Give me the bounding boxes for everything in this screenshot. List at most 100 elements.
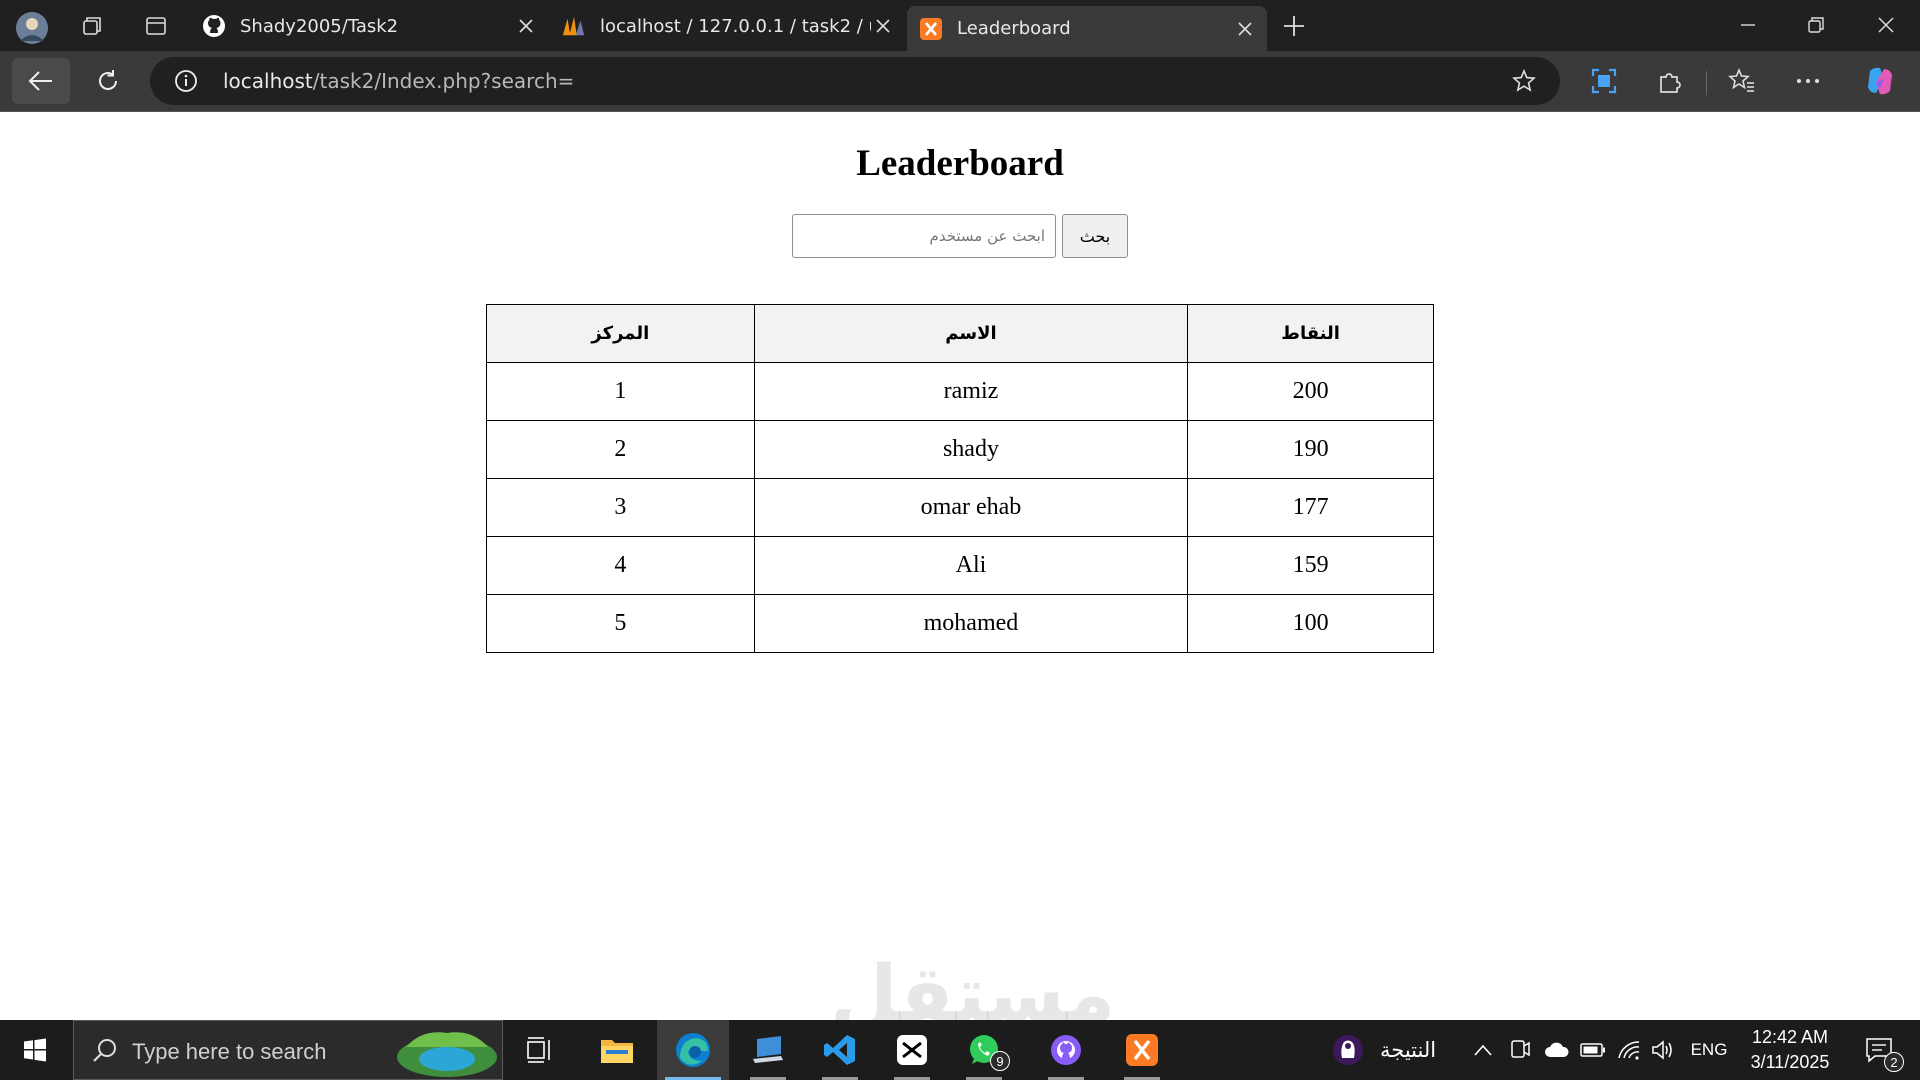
page-content: Leaderboard بحث المركز الاسم النقاط 1 ra…	[0, 112, 1920, 1040]
url-text[interactable]: localhost/task2/Index.php?search=	[223, 69, 574, 93]
favorites-button[interactable]	[1724, 63, 1760, 99]
favorites-icon	[1728, 68, 1754, 92]
language-label: ENG	[1690, 1040, 1728, 1059]
minimize-button[interactable]	[1718, 6, 1778, 44]
meet-now-button[interactable]	[1505, 1020, 1535, 1080]
speaker-icon	[1652, 1040, 1672, 1060]
close-window-button[interactable]	[1856, 6, 1916, 44]
search-input[interactable]	[792, 214, 1056, 258]
vscode-icon	[824, 1035, 855, 1065]
taskbar-whatsapp[interactable]: 9	[952, 1020, 1016, 1080]
taskbar-capcut[interactable]	[880, 1020, 944, 1080]
avatar-icon	[16, 12, 48, 44]
tab-phpmyadmin[interactable]: localhost / 127.0.0.1 / task2 / users	[550, 6, 905, 46]
widgets-button[interactable]: النتيجة	[1332, 1020, 1436, 1080]
tab-github[interactable]: Shady2005/Task2	[190, 6, 548, 46]
meet-now-icon	[1511, 1040, 1530, 1058]
show-hidden-icons-button[interactable]	[1468, 1020, 1498, 1080]
points-cell: 200	[1187, 362, 1434, 421]
tab-actions-button[interactable]	[140, 10, 172, 42]
refresh-icon	[99, 70, 117, 90]
refresh-button[interactable]	[79, 58, 137, 104]
clock-date: 3/11/2025	[1750, 1052, 1830, 1072]
extensions-button[interactable]	[1652, 63, 1688, 99]
github-icon	[202, 14, 226, 38]
language-button[interactable]: ENG	[1684, 1020, 1734, 1080]
xampp-icon	[919, 17, 943, 41]
plus-icon	[1284, 16, 1304, 36]
points-cell: 190	[1187, 420, 1434, 479]
new-tab-button[interactable]	[1278, 10, 1310, 42]
screenshot-button[interactable]	[1586, 63, 1622, 99]
tab-close-icon[interactable]	[514, 14, 538, 38]
header-name: الاسم	[753, 304, 1189, 363]
task-view-icon	[527, 1037, 550, 1063]
clock-button[interactable]: 12:42 AM 3/11/2025	[1740, 1020, 1840, 1080]
table-row: 2 shady 190	[486, 420, 1434, 479]
tab-label: Leaderboard	[957, 18, 1071, 39]
xampp-icon	[1126, 1034, 1158, 1066]
notification-badge: 2	[1884, 1052, 1904, 1072]
chevron-up-icon	[1474, 1044, 1492, 1056]
taskbar-file-explorer[interactable]	[585, 1020, 649, 1080]
cloud-icon	[1545, 1042, 1569, 1057]
edge-icon	[676, 1033, 710, 1067]
copilot-icon	[1868, 67, 1892, 95]
wifi-icon	[1618, 1041, 1640, 1060]
taskbar-edge[interactable]	[657, 1020, 729, 1080]
start-button[interactable]	[0, 1020, 70, 1080]
tab-close-icon[interactable]	[871, 14, 895, 38]
taskbar-search[interactable]: Type here to search	[73, 1020, 503, 1080]
battery-icon	[1580, 1043, 1605, 1057]
url-host: localhost	[223, 69, 313, 93]
network-button[interactable]	[1614, 1020, 1644, 1080]
name-cell: mohamed	[753, 594, 1189, 653]
battery-button[interactable]	[1578, 1020, 1608, 1080]
rank-cell: 5	[486, 594, 755, 653]
phpmyadmin-icon	[562, 14, 586, 38]
rank-cell: 3	[486, 478, 755, 537]
taskbar-remote-desktop[interactable]	[736, 1020, 800, 1080]
tab-close-icon[interactable]	[1233, 17, 1257, 41]
points-cell: 100	[1187, 594, 1434, 653]
task-view-button[interactable]	[512, 1020, 568, 1080]
name-cell: shady	[753, 420, 1189, 479]
taskbar-vscode[interactable]	[808, 1020, 872, 1080]
tab-leaderboard[interactable]: Leaderboard	[907, 6, 1267, 51]
star-icon[interactable]	[1512, 69, 1536, 93]
volume-button[interactable]	[1648, 1020, 1678, 1080]
address-bar[interactable]: localhost/task2/Index.php?search=	[150, 57, 1560, 105]
back-button[interactable]	[12, 58, 70, 104]
site-info-icon[interactable]	[174, 69, 198, 93]
github-desktop-icon	[1051, 1035, 1081, 1065]
table-row: 3 omar ehab 177	[486, 478, 1434, 537]
name-cell: ramiz	[753, 362, 1189, 421]
workspaces-button[interactable]	[76, 10, 108, 42]
tab-actions-icon	[146, 17, 166, 35]
minimize-icon	[1741, 24, 1755, 26]
rank-cell: 2	[486, 420, 755, 479]
notification-center-button[interactable]: 2	[1854, 1020, 1904, 1080]
taskbar-github-desktop[interactable]	[1034, 1020, 1098, 1080]
profile-avatar[interactable]	[14, 10, 50, 46]
taskbar-xampp[interactable]	[1110, 1020, 1174, 1080]
folder-icon	[601, 1040, 633, 1063]
browser-titlebar: Shady2005/Task2 localhost / 127.0.0.1 / …	[0, 0, 1920, 51]
arrow-left-icon	[28, 71, 52, 91]
table-row: 1 ramiz 200	[486, 362, 1434, 421]
points-cell: 159	[1187, 536, 1434, 595]
rank-cell: 1	[486, 362, 755, 421]
copilot-button[interactable]	[1862, 63, 1898, 99]
more-icon	[1797, 79, 1819, 83]
clock-time: 12:42 AM	[1751, 1027, 1829, 1047]
restore-icon	[1808, 17, 1824, 33]
tab-label: Shady2005/Task2	[240, 15, 399, 37]
onedrive-button[interactable]	[1540, 1020, 1574, 1080]
laptop-icon	[753, 1036, 783, 1063]
capcut-icon	[897, 1035, 927, 1065]
puzzle-icon	[1660, 73, 1681, 93]
taskbar-search-placeholder: Type here to search	[132, 1039, 327, 1064]
restore-button[interactable]	[1786, 6, 1846, 44]
settings-menu-button[interactable]	[1790, 63, 1826, 99]
search-button[interactable]: بحث	[1062, 214, 1128, 258]
